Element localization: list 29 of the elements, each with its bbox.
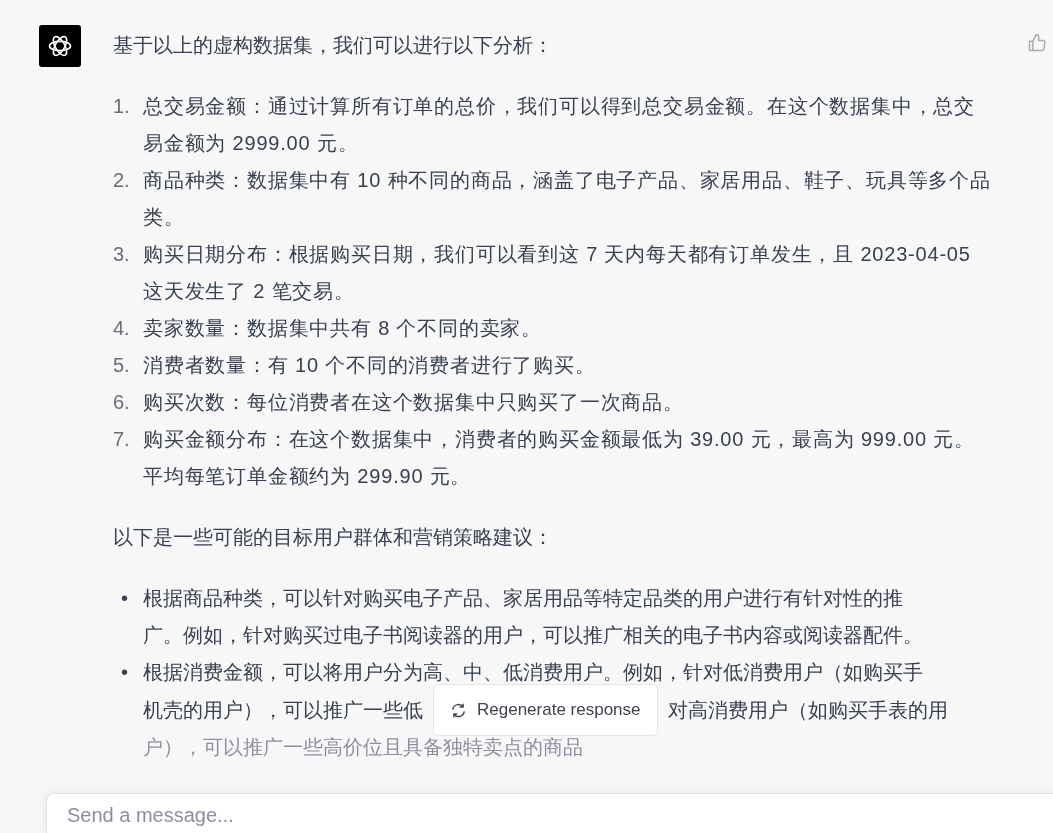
list-item-text: 购买金额分布：在这个数据集中，消费者的购买金额最低为 39.00 元，最高为 999.00 元。平均每笔订单金额约为 299.90 元。	[143, 427, 976, 489]
assistant-avatar-icon	[39, 25, 81, 67]
message-paragraph: 以下是一些可能的目标用户群体和营销策略建议：	[113, 525, 554, 550]
list-number: 7.	[113, 427, 131, 452]
list-item-text: 对高消费用户（如购买手表的用	[667, 697, 948, 723]
list-item-text: 总交易金额：通过计算所有订单的总价，我们可以得到总交易金额。在这个数据集中，总交易金额为 2999.00 元。	[143, 94, 976, 156]
list-number: 5.	[113, 353, 131, 378]
message-input-field[interactable]: Send a message...	[46, 793, 1053, 833]
list-item-text: 购买次数：每位消费者在这个数据集中只购买了一次商品。	[143, 390, 685, 415]
refresh-icon	[450, 701, 467, 719]
thumbs-up-icon[interactable]	[1027, 33, 1047, 53]
list-number: 1.	[113, 94, 131, 119]
list-item-text: 机壳的用户），可以推广一些低	[143, 697, 423, 723]
list-item-text: 消费者数量：有 10 个不同的消费者进行了购买。	[143, 353, 597, 378]
list-number: 2.	[113, 168, 131, 193]
list-number: 6.	[113, 390, 131, 415]
list-item-text: 广。例如，针对购买过电子书阅读器的用户，可以推广相关的电子书内容或阅读器配件。	[143, 623, 923, 648]
bullet-mark: •	[120, 586, 129, 611]
list-number: 4.	[113, 316, 131, 341]
list-item-text: 商品种类：数据集中有 10 种不同的商品，涵盖了电子产品、家居用品、鞋子、玩具等多个品类。	[143, 168, 992, 230]
list-item-text: 户），可以推广一些高价位且具备独特卖点的商品	[143, 735, 583, 760]
regenerate-response-button[interactable]: Regenerate response	[433, 684, 658, 736]
list-number: 3.	[113, 242, 131, 267]
list-item-text: 根据消费金额，可以将用户分为高、中、低消费用户。例如，针对低消费用户（如购买手	[143, 660, 923, 685]
list-item-text: 购买日期分布：根据购买日期，我们可以看到这 7 天内每天都有订单发生，且 2023-04-05 这天发生了 2 笔交易。	[143, 242, 972, 304]
bullet-mark: •	[120, 660, 129, 685]
list-item-text: 卖家数量：数据集中共有 8 个不同的卖家。	[143, 316, 544, 341]
message-paragraph: 基于以上的虚构数据集，我们可以进行以下分析：	[113, 33, 554, 58]
list-item-text: 根据商品种类，可以针对购买电子产品、家居用品等特定品类的用户进行有针对性的推	[143, 586, 903, 611]
